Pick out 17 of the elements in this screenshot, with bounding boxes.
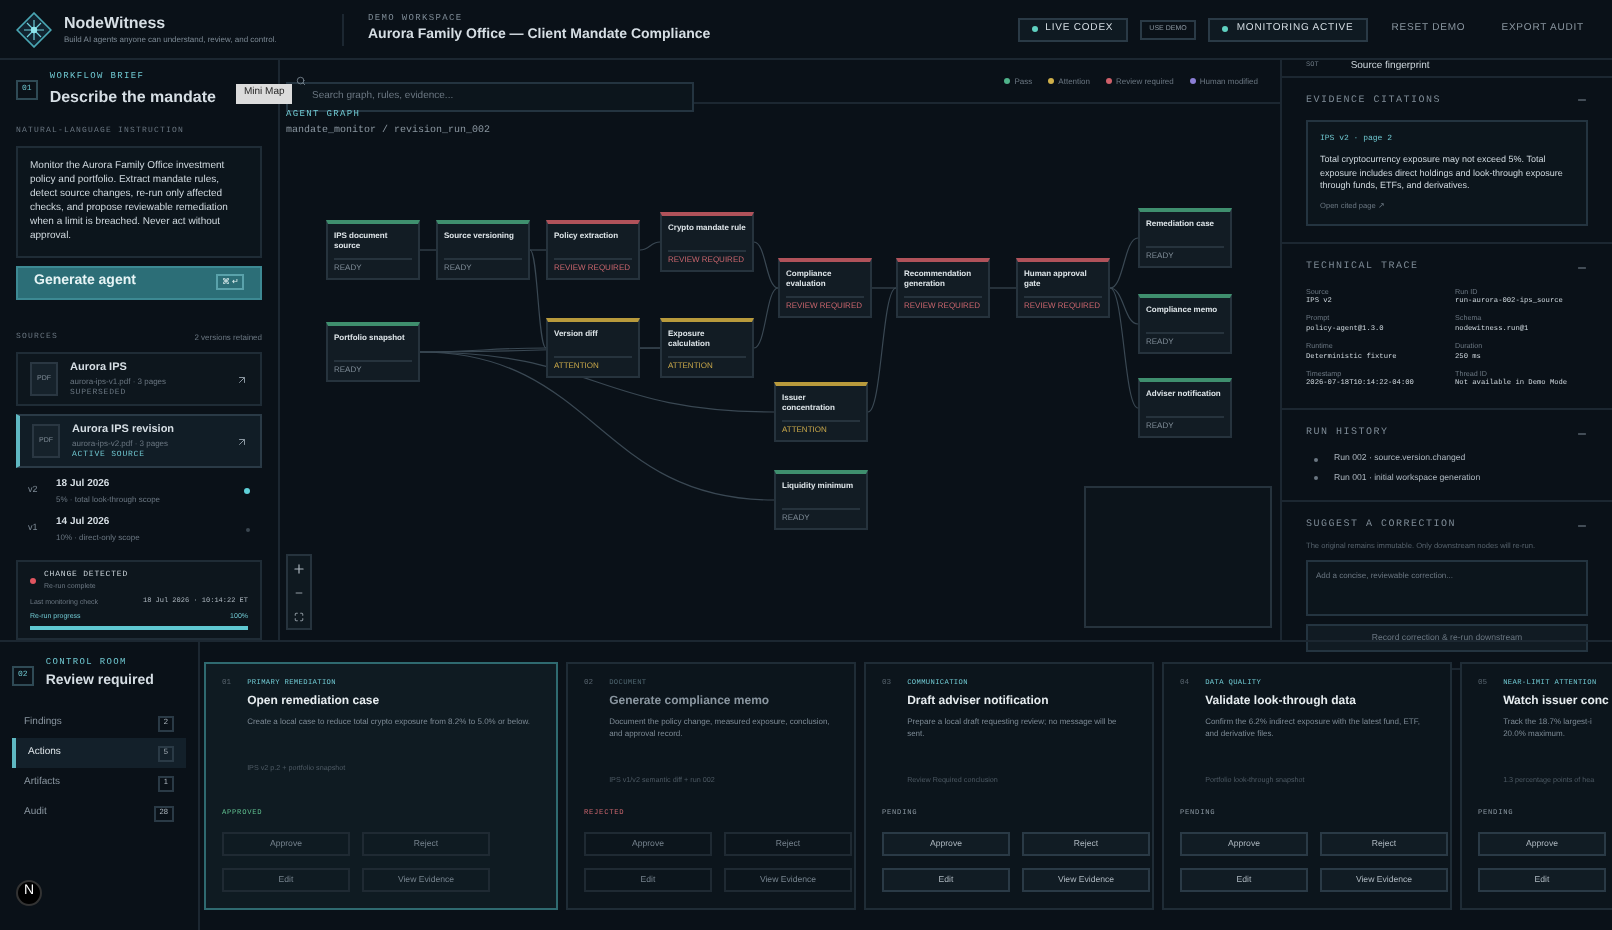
plus-icon [292,561,306,575]
collapse-icon[interactable] [1576,94,1588,107]
external-link-icon[interactable] [236,435,248,448]
collapse-icon[interactable] [1576,261,1588,274]
minus-icon [294,587,304,597]
collapse-icon[interactable] [1576,427,1588,440]
external-link-icon[interactable] [236,373,248,386]
connector-line [639,241,661,251]
minimap[interactable] [1084,486,1272,628]
connector-line [753,241,779,289]
connector-line [419,249,437,251]
app-name: NodeWitness [64,13,168,33]
connector-line [989,287,1017,289]
section-title: Describe the mandate [49,85,216,110]
search-icon [296,76,306,86]
collapse-icon[interactable] [1576,519,1588,532]
fit-view-icon [294,611,304,621]
